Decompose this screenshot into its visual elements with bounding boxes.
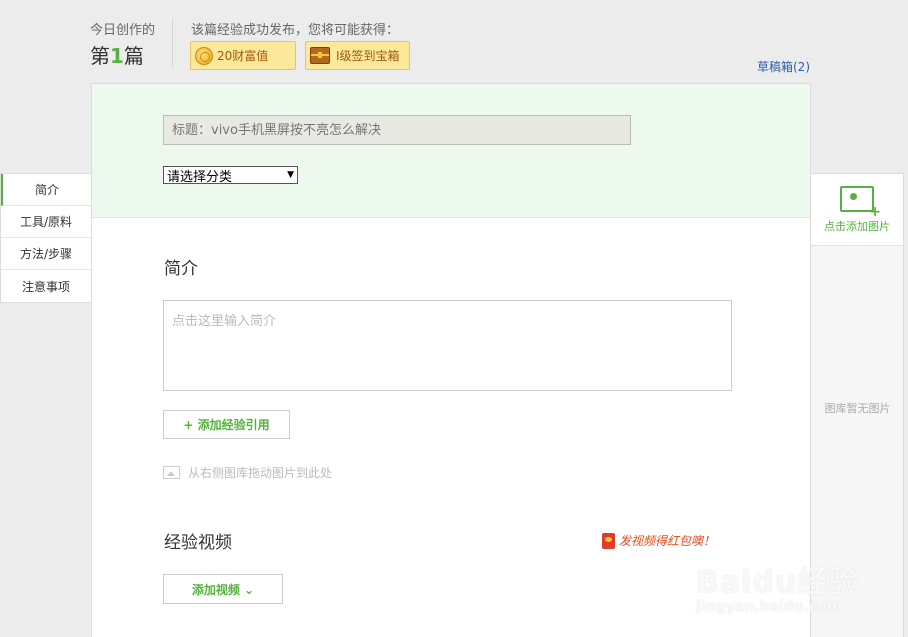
section-nav: 简介 工具/原料 方法/步骤 注意事项 [0,173,91,303]
add-video-button[interactable]: 添加视频 ⌄ [163,574,283,604]
today-article-count: 第1篇 [90,40,144,69]
count-number: 1 [110,44,124,68]
coin-icon [195,46,213,65]
category-select[interactable]: 请选择分类 ▼ [163,166,298,185]
dropdown-arrow-icon: ▼ [287,170,294,180]
editor-panel: 请选择分类 ▼ 简介 点击这里输入简介 + 添加经验引用 从右侧图库拖动图片到此… [91,83,811,637]
nav-item-steps[interactable]: 方法/步骤 [1,238,91,270]
category-select-value: 请选择分类 [167,169,233,185]
image-icon [163,466,180,479]
video-promo[interactable]: 发视频得红包噢！ [602,532,715,549]
baidu-jingyan-watermark: Baidu经验 jingyan.baidu.com [696,557,859,615]
drag-hint: 从右侧图库拖动图片到此处 [163,464,332,481]
treasure-chest-label: I级签到宝箱 [336,49,400,63]
count-suffix: 篇 [123,44,144,68]
watermark-url: jingyan.baidu.com [696,599,842,615]
video-heading: 经验视频 [164,533,232,553]
nav-item-tools[interactable]: 工具/原料 [1,206,91,238]
add-image-icon [840,185,881,220]
nav-item-notes[interactable]: 注意事项 [1,270,91,302]
wealth-reward-badge: 20财富值 [190,41,296,70]
video-promo-text: 发视频得红包噢！ [619,534,716,548]
drag-hint-text: 从右侧图库拖动图片到此处 [188,466,333,480]
empty-gallery-text: 图库暂无图片 [824,402,891,415]
treasure-chest-icon [310,47,330,64]
header-divider [172,18,173,68]
title-input[interactable] [163,115,631,145]
add-image-label: 点击添加图片 [824,219,890,233]
wealth-reward-label: 20财富值 [217,49,269,63]
treasure-chest-badge: I级签到宝箱 [305,41,410,70]
title-area: 请选择分类 ▼ [92,84,810,218]
reward-text: 该篇经验成功发布，您将可能获得： [191,23,400,38]
nav-item-intro[interactable]: 简介 [1,174,91,206]
intro-textarea[interactable]: 点击这里输入简介 [163,300,732,391]
count-prefix: 第 [90,44,110,68]
red-packet-icon [602,532,615,549]
add-image-button[interactable]: 点击添加图片 [811,174,903,246]
drafts-link[interactable]: 草稿箱(2) [757,58,810,75]
intro-heading: 简介 [164,259,198,279]
watermark-logo: Baidu经验 [696,565,860,600]
today-label: 今日创作的 [90,23,156,38]
add-reference-button[interactable]: + 添加经验引用 [163,410,290,439]
